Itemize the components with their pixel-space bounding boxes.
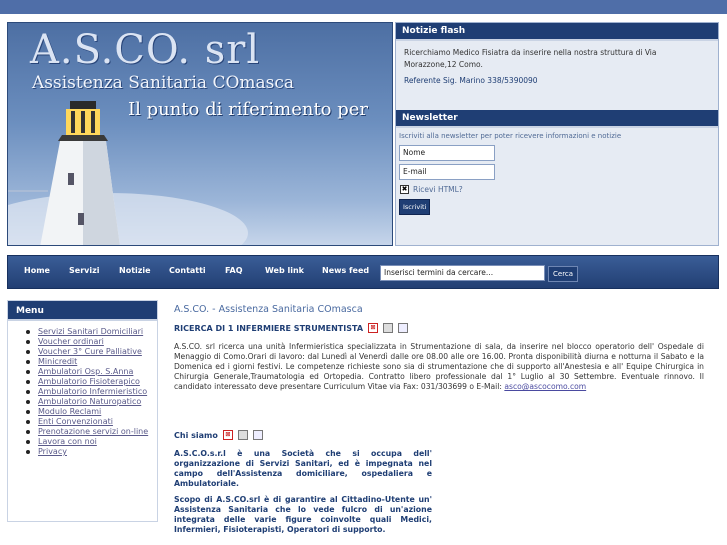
- site-title: A.S.CO. - Assistenza Sanitaria COmasca: [174, 304, 363, 315]
- nav-faq[interactable]: FAQ: [225, 266, 243, 275]
- nav-contatti[interactable]: Contatti: [169, 266, 206, 275]
- nav-home[interactable]: Home: [24, 266, 50, 275]
- subscribe-button[interactable]: Iscriviti: [399, 199, 431, 215]
- tagline: Il punto di riferimento per: [128, 99, 369, 120]
- flash-news: Ricerchiamo Medico Fisiatra da inserire …: [396, 41, 718, 113]
- nav-news-feed[interactable]: News feed: [322, 266, 369, 275]
- menu-item[interactable]: Servizi Sanitari Domiciliari: [24, 327, 157, 337]
- logo-text: A.S.CO. srl: [30, 27, 261, 73]
- menu-item[interactable]: Modulo Reclami: [24, 407, 157, 417]
- email-icon[interactable]: [252, 430, 263, 440]
- chisiamo-paragraph-1: A.S.C.O.s.r.l è una Società che si occup…: [174, 449, 432, 488]
- print-icon[interactable]: [383, 323, 394, 333]
- name-field[interactable]: Nome: [399, 145, 495, 161]
- nav-notizie[interactable]: Notizie: [119, 266, 151, 275]
- article-text: A.S.CO. srl ricerca una unità Infermieri…: [174, 342, 704, 391]
- search-input[interactable]: Inserisci termini da cercare...: [380, 265, 545, 281]
- pdf-icon[interactable]: ⊠: [222, 430, 233, 440]
- chisiamo-header: Chi siamo ⊠: [174, 430, 704, 440]
- flash-text: Ricerchiamo Medico Fisiatra da inserire …: [404, 48, 657, 69]
- pdf-icon[interactable]: ⊠: [368, 323, 379, 333]
- article-email-link[interactable]: asco@ascocomo.com: [504, 382, 586, 391]
- sidebar-title: Menu: [8, 301, 157, 321]
- html-option: ✖ Ricevi HTML?: [400, 185, 718, 194]
- search-button[interactable]: Cerca: [548, 266, 579, 282]
- menu-item[interactable]: Ambulatorio Infermieristico: [24, 387, 157, 397]
- html-checkbox-label: Ricevi HTML?: [413, 185, 463, 194]
- article-header: RICERCA DI 1 INFERMIERE STRUMENTISTA ⊠: [174, 323, 704, 333]
- menu-item[interactable]: Ambulatorio Fisioterapico: [24, 377, 157, 387]
- menu-item[interactable]: Voucher ordinari: [24, 337, 157, 347]
- article-title[interactable]: RICERCA DI 1 INFERMIERE STRUMENTISTA: [174, 324, 363, 333]
- menu-item[interactable]: Minicredit: [24, 357, 157, 367]
- print-icon[interactable]: [237, 430, 248, 440]
- nav-servizi[interactable]: Servizi: [69, 266, 100, 275]
- top-bar: [0, 0, 727, 14]
- newsletter-description: Iscriviti alla newsletter per poter rice…: [399, 132, 622, 140]
- menu-item[interactable]: Ambulatori Osp. S.Anna: [24, 367, 157, 377]
- main-nav: Home Servizi Notizie Contatti FAQ Web li…: [7, 255, 719, 289]
- nav-web-link[interactable]: Web link: [265, 266, 304, 275]
- menu-list: Servizi Sanitari Domiciliari Voucher ord…: [8, 321, 157, 457]
- menu-item[interactable]: Prenotazione servizi on-line: [24, 427, 157, 437]
- menu-item[interactable]: Lavora con noi: [24, 437, 157, 447]
- article-body: A.S.CO. srl ricerca una unità Infermieri…: [174, 342, 704, 392]
- newsletter-box: Newsletter Iscriviti alla newsletter per…: [396, 110, 718, 215]
- html-checkbox[interactable]: ✖: [400, 185, 409, 194]
- menu-item[interactable]: Enti Convenzionati: [24, 417, 157, 427]
- chisiamo-title[interactable]: Chi siamo: [174, 431, 218, 440]
- header-banner: A.S.CO. srl Assistenza Sanitaria COmasca…: [7, 22, 393, 246]
- newsletter-title: Newsletter: [396, 110, 718, 128]
- sidebar-menu: Menu Servizi Sanitari Domiciliari Vouche…: [7, 300, 158, 522]
- menu-item[interactable]: Privacy: [24, 447, 157, 457]
- email-field[interactable]: E-mail: [399, 164, 495, 180]
- main-content: A.S.CO. - Assistenza Sanitaria COmasca R…: [174, 304, 704, 535]
- flash-title: Notizie flash: [396, 23, 718, 41]
- menu-item[interactable]: Ambulatorio Naturopatico: [24, 397, 157, 407]
- email-icon[interactable]: [398, 323, 409, 333]
- logo-subtitle: Assistenza Sanitaria COmasca: [32, 73, 295, 93]
- right-panel: Notizie flash Ricerchiamo Medico Fisiatr…: [395, 22, 719, 246]
- chisiamo-paragraph-2: Scopo di A.S.CO.srl è di garantire al Ci…: [174, 495, 432, 534]
- menu-item[interactable]: Voucher 3° Cure Palliative: [24, 347, 157, 357]
- flash-reference: Referente Sig. Marino 338/5390090: [404, 76, 538, 85]
- page-wrapper: A.S.CO. srl Assistenza Sanitaria COmasca…: [7, 22, 719, 545]
